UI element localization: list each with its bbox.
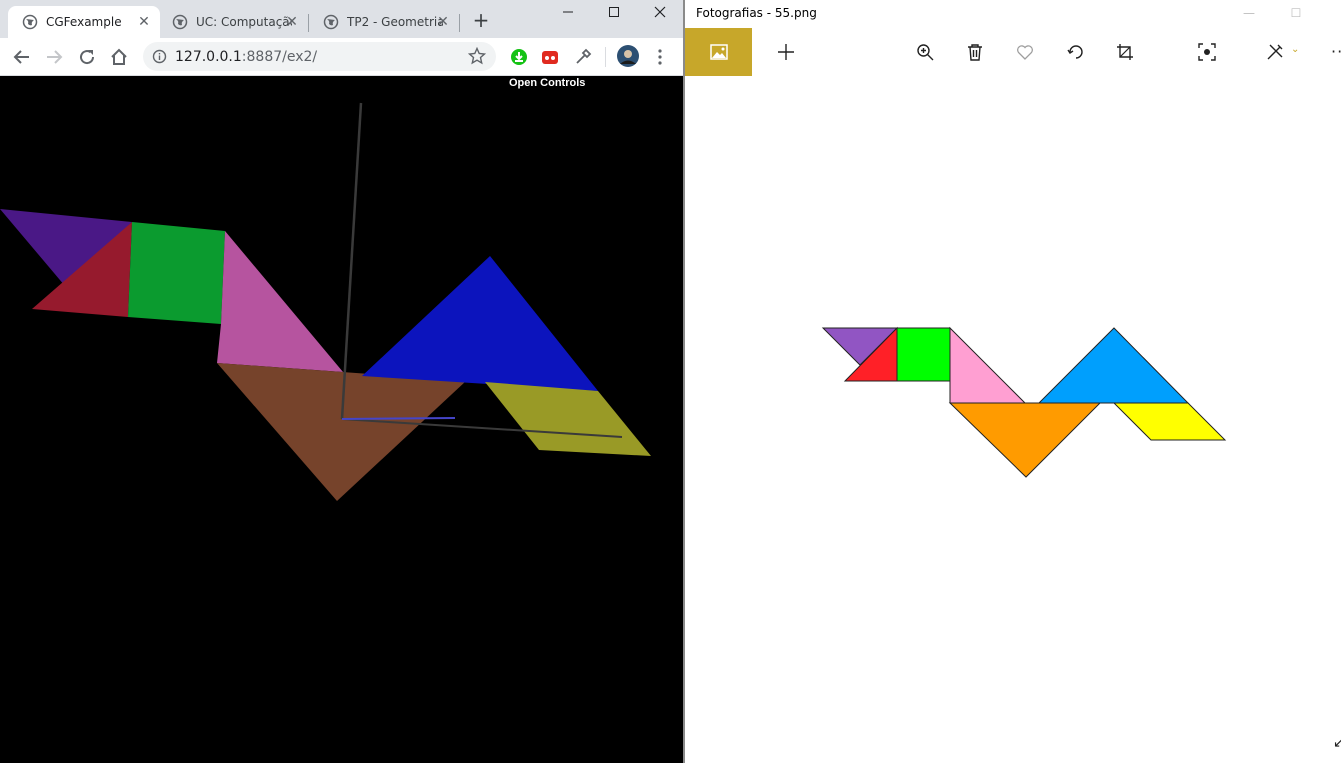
favorite-button[interactable] [1013, 40, 1037, 64]
rotate-icon [1067, 45, 1083, 59]
tab-title: TP2 - Geometria [347, 15, 443, 29]
edit-icon [1267, 44, 1283, 60]
enhance-button[interactable] [1195, 40, 1219, 64]
close-tab-icon[interactable]: ✕ [136, 14, 152, 30]
globe-icon [323, 14, 339, 30]
reload-icon [80, 50, 95, 65]
minimize-icon [563, 11, 573, 13]
url-host: 127.0.0.1 [175, 49, 242, 65]
close-tab-icon[interactable]: ✕ [284, 14, 300, 30]
photos-maximize-button[interactable]: ☐ [1276, 2, 1316, 24]
z-axis-line [341, 417, 456, 420]
home-button[interactable] [108, 46, 130, 68]
brown-triangle-3d [217, 363, 466, 501]
url-path: :8887/ex2/ [241, 49, 318, 65]
blue-triangle-3d [362, 256, 598, 391]
browser-window: CGFexample ✕ UC: Computação ✕ TP2 - Geom… [0, 0, 683, 763]
new-tab-button[interactable]: + [470, 10, 492, 32]
enhance-icon [1198, 43, 1216, 61]
globe-icon [172, 14, 188, 30]
edit-button[interactable] [1263, 40, 1287, 64]
olive-parallelogram-3d [485, 382, 651, 456]
blue-triangle-2d [1037, 327, 1190, 404]
back-button[interactable] [11, 46, 33, 68]
green-square-3d [128, 222, 225, 324]
close-icon [654, 6, 666, 18]
pink-triangle-2d [949, 326, 1027, 404]
open-controls-button[interactable]: Open Controls [509, 77, 585, 89]
profile-avatar[interactable] [617, 45, 639, 67]
webgl-canvas[interactable]: Open Controls [0, 76, 683, 763]
delete-button[interactable] [963, 40, 987, 64]
globe-icon [22, 14, 38, 30]
forward-button[interactable] [43, 46, 65, 68]
close-window-button[interactable] [637, 0, 683, 24]
more-button[interactable]: ··· [1331, 42, 1341, 61]
tab-cgfexample[interactable]: CGFexample ✕ [8, 6, 160, 38]
close-tab-icon[interactable]: ✕ [435, 14, 451, 30]
photos-title: Fotografias - 55.png [696, 6, 817, 20]
add-button[interactable] [774, 40, 798, 64]
home-icon [111, 48, 127, 65]
address-bar[interactable]: 127.0.0.1:8887/ex2/ [143, 42, 496, 71]
zoom-icon [917, 44, 934, 61]
tab-uc-computacao[interactable]: UC: Computação ✕ [158, 6, 308, 38]
crop-icon [1117, 44, 1133, 60]
red-extension-icon[interactable] [541, 48, 559, 66]
tab-title: UC: Computação [196, 15, 292, 29]
browser-toolbar: 127.0.0.1:8887/ex2/ [0, 38, 683, 76]
tab-tp2-geometria[interactable]: TP2 - Geometria ✕ [309, 6, 459, 38]
bookmark-star-icon[interactable] [468, 47, 486, 65]
minimize-button[interactable] [545, 0, 591, 24]
menu-kebab-icon[interactable] [651, 48, 669, 66]
photos-window: Fotografias - 55.png — ☐ ⌄ ··· [685, 0, 1341, 763]
add-icon [778, 44, 794, 60]
favorite-icon [1017, 45, 1033, 60]
zoom-button[interactable] [913, 40, 937, 64]
crop-button[interactable] [1113, 40, 1137, 64]
maximize-button[interactable] [591, 0, 637, 24]
chevron-down-icon[interactable]: ⌄ [1291, 44, 1299, 55]
tab-title: CGFexample [46, 15, 122, 29]
expand-icon[interactable]: ↙ [1333, 735, 1341, 751]
rotate-button[interactable] [1064, 40, 1088, 64]
forward-arrow-icon [47, 50, 63, 64]
info-icon [152, 49, 167, 64]
gallery-icon [709, 44, 728, 60]
gallery-button[interactable] [685, 28, 752, 76]
green-extension-icon[interactable] [510, 48, 528, 66]
toolbar-separator [605, 47, 606, 67]
url-text: 127.0.0.1:8887/ex2/ [175, 49, 317, 65]
y-axis-line [340, 102, 363, 420]
maximize-icon [609, 7, 619, 17]
yellow-parallelogram-2d [1112, 402, 1227, 441]
orange-triangle-2d [948, 402, 1102, 478]
reload-button[interactable] [76, 46, 98, 68]
scene-svg [0, 102, 651, 501]
delete-icon [968, 44, 982, 61]
tab-strip: CGFexample ✕ UC: Computação ✕ TP2 - Geom… [0, 0, 683, 38]
green-square-2d [896, 327, 951, 382]
pink-triangle-3d [217, 231, 343, 372]
photos-minimize-button[interactable]: — [1229, 2, 1269, 24]
back-arrow-icon [13, 50, 29, 64]
tab-separator [459, 14, 460, 32]
eyedropper-icon[interactable] [574, 48, 592, 66]
tangram-image [821, 326, 1227, 478]
